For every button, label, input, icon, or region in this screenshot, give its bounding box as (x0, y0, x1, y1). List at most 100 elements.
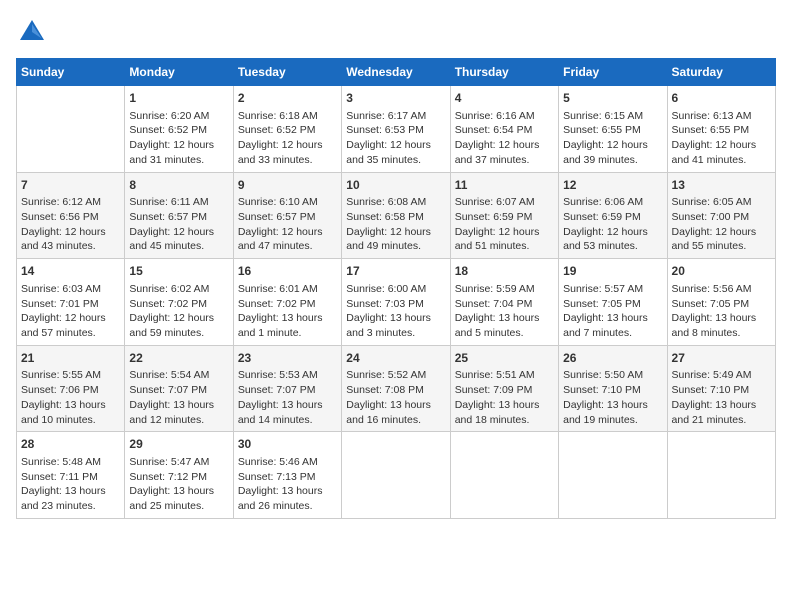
day-content: Sunrise: 6:08 AMSunset: 6:58 PMDaylight:… (346, 195, 445, 254)
day-content: Sunrise: 5:54 AMSunset: 7:07 PMDaylight:… (129, 368, 228, 427)
logo-icon (16, 16, 48, 48)
calendar-cell: 15 Sunrise: 6:02 AMSunset: 7:02 PMDayligh… (125, 259, 233, 346)
calendar-cell: 28 Sunrise: 5:48 AMSunset: 7:11 PMDayligh… (17, 432, 125, 519)
header-row: SundayMondayTuesdayWednesdayThursdayFrid… (17, 59, 776, 86)
calendar-cell: 24Sunrise: 5:52 AMSunset: 7:08 PMDayligh… (342, 345, 450, 432)
day-content: Sunrise: 6:11 AMSunset: 6:57 PMDaylight:… (129, 195, 228, 254)
day-content: Sunrise: 6:12 AMSunset: 6:56 PMDaylight:… (21, 195, 120, 254)
calendar-cell: 5Sunrise: 6:15 AMSunset: 6:55 PMDaylight… (559, 86, 667, 173)
calendar-cell: 10Sunrise: 6:08 AMSunset: 6:58 PMDayligh… (342, 172, 450, 259)
calendar-cell: 13Sunrise: 6:05 AMSunset: 7:00 PMDayligh… (667, 172, 775, 259)
page-header (16, 16, 776, 48)
day-content: Sunrise: 5:49 AMSunset: 7:10 PMDaylight:… (672, 368, 771, 427)
calendar-cell: 9Sunrise: 6:10 AMSunset: 6:57 PMDaylight… (233, 172, 341, 259)
day-content: Sunrise: 6:00 AMSunset: 7:03 PMDaylight:… (346, 282, 445, 341)
day-content: Sunrise: 6:16 AMSunset: 6:54 PMDaylight:… (455, 109, 554, 168)
day-number: 1 (129, 90, 228, 107)
day-content: Sunrise: 6:20 AMSunset: 6:52 PMDaylight:… (129, 109, 228, 168)
day-content: Sunrise: 5:51 AMSunset: 7:09 PMDaylight:… (455, 368, 554, 427)
day-number: 13 (672, 177, 771, 194)
day-content: Sunrise: 6:17 AMSunset: 6:53 PMDaylight:… (346, 109, 445, 168)
calendar-week-2: 7Sunrise: 6:12 AMSunset: 6:56 PMDaylight… (17, 172, 776, 259)
day-content: Sunrise: 5:50 AMSunset: 7:10 PMDaylight:… (563, 368, 662, 427)
day-number: 18 (455, 263, 554, 280)
day-content: Sunrise: 6:13 AMSunset: 6:55 PMDaylight:… (672, 109, 771, 168)
calendar-cell: 18 Sunrise: 5:59 AMSunset: 7:04 PMDayligh… (450, 259, 558, 346)
day-content: Sunrise: 5:47 AMSunset: 7:12 PMDaylight:… (129, 455, 228, 514)
day-number: 20 (672, 263, 771, 280)
day-number: 28 (21, 436, 120, 453)
day-number: 16 (238, 263, 337, 280)
calendar-cell: 11Sunrise: 6:07 AMSunset: 6:59 PMDayligh… (450, 172, 558, 259)
calendar-cell (559, 432, 667, 519)
calendar-cell: 21Sunrise: 5:55 AMSunset: 7:06 PMDayligh… (17, 345, 125, 432)
day-content: Sunrise: 5:52 AMSunset: 7:08 PMDaylight:… (346, 368, 445, 427)
day-content: Sunrise: 6:06 AMSunset: 6:59 PMDaylight:… (563, 195, 662, 254)
day-number: 21 (21, 350, 120, 367)
day-number: 23 (238, 350, 337, 367)
day-number: 6 (672, 90, 771, 107)
calendar-cell: 26Sunrise: 5:50 AMSunset: 7:10 PMDayligh… (559, 345, 667, 432)
header-day-tuesday: Tuesday (233, 59, 341, 86)
day-number: 9 (238, 177, 337, 194)
calendar-cell: 7Sunrise: 6:12 AMSunset: 6:56 PMDaylight… (17, 172, 125, 259)
calendar-cell: 27Sunrise: 5:49 AMSunset: 7:10 PMDayligh… (667, 345, 775, 432)
calendar-cell: 6 Sunrise: 6:13 AMSunset: 6:55 PMDaylight… (667, 86, 775, 173)
calendar-cell: 4 Sunrise: 6:16 AMSunset: 6:54 PMDaylight… (450, 86, 558, 173)
calendar-week-1: 1 Sunrise: 6:20 AMSunset: 6:52 PMDaylight… (17, 86, 776, 173)
day-content: Sunrise: 5:48 AMSunset: 7:11 PMDaylight:… (21, 455, 120, 514)
calendar-cell: 8Sunrise: 6:11 AMSunset: 6:57 PMDaylight… (125, 172, 233, 259)
day-number: 26 (563, 350, 662, 367)
logo (16, 16, 52, 48)
header-day-thursday: Thursday (450, 59, 558, 86)
day-number: 10 (346, 177, 445, 194)
day-content: Sunrise: 5:53 AMSunset: 7:07 PMDaylight:… (238, 368, 337, 427)
day-number: 27 (672, 350, 771, 367)
day-number: 25 (455, 350, 554, 367)
calendar-body: 1 Sunrise: 6:20 AMSunset: 6:52 PMDaylight… (17, 86, 776, 519)
calendar-cell: 23Sunrise: 5:53 AMSunset: 7:07 PMDayligh… (233, 345, 341, 432)
day-number: 15 (129, 263, 228, 280)
calendar-cell: 29 Sunrise: 5:47 AMSunset: 7:12 PMDayligh… (125, 432, 233, 519)
day-number: 29 (129, 436, 228, 453)
day-content: Sunrise: 5:59 AMSunset: 7:04 PMDaylight:… (455, 282, 554, 341)
calendar-cell: 14 Sunrise: 6:03 AMSunset: 7:01 PMDayligh… (17, 259, 125, 346)
day-number: 5 (563, 90, 662, 107)
day-number: 2 (238, 90, 337, 107)
day-number: 17 (346, 263, 445, 280)
calendar-cell: 30Sunrise: 5:46 AMSunset: 7:13 PMDayligh… (233, 432, 341, 519)
calendar-cell: 17 Sunrise: 6:00 AMSunset: 7:03 PMDayligh… (342, 259, 450, 346)
day-number: 12 (563, 177, 662, 194)
day-content: Sunrise: 6:02 AMSunset: 7:02 PMDaylight:… (129, 282, 228, 341)
calendar-cell: 16 Sunrise: 6:01 AMSunset: 7:02 PMDayligh… (233, 259, 341, 346)
day-content: Sunrise: 5:57 AMSunset: 7:05 PMDaylight:… (563, 282, 662, 341)
day-number: 14 (21, 263, 120, 280)
calendar-table: SundayMondayTuesdayWednesdayThursdayFrid… (16, 58, 776, 519)
calendar-week-3: 14 Sunrise: 6:03 AMSunset: 7:01 PMDayligh… (17, 259, 776, 346)
calendar-cell (17, 86, 125, 173)
calendar-cell: 1 Sunrise: 6:20 AMSunset: 6:52 PMDaylight… (125, 86, 233, 173)
calendar-week-4: 21Sunrise: 5:55 AMSunset: 7:06 PMDayligh… (17, 345, 776, 432)
header-day-saturday: Saturday (667, 59, 775, 86)
day-content: Sunrise: 6:07 AMSunset: 6:59 PMDaylight:… (455, 195, 554, 254)
calendar-week-5: 28 Sunrise: 5:48 AMSunset: 7:11 PMDayligh… (17, 432, 776, 519)
calendar-cell: 12Sunrise: 6:06 AMSunset: 6:59 PMDayligh… (559, 172, 667, 259)
day-content: Sunrise: 5:46 AMSunset: 7:13 PMDaylight:… (238, 455, 337, 514)
day-content: Sunrise: 6:05 AMSunset: 7:00 PMDaylight:… (672, 195, 771, 254)
calendar-cell: 20Sunrise: 5:56 AMSunset: 7:05 PMDayligh… (667, 259, 775, 346)
day-number: 4 (455, 90, 554, 107)
day-content: Sunrise: 5:55 AMSunset: 7:06 PMDaylight:… (21, 368, 120, 427)
day-number: 22 (129, 350, 228, 367)
calendar-cell: 22Sunrise: 5:54 AMSunset: 7:07 PMDayligh… (125, 345, 233, 432)
day-number: 19 (563, 263, 662, 280)
day-number: 24 (346, 350, 445, 367)
day-content: Sunrise: 6:01 AMSunset: 7:02 PMDaylight:… (238, 282, 337, 341)
calendar-header: SundayMondayTuesdayWednesdayThursdayFrid… (17, 59, 776, 86)
day-number: 8 (129, 177, 228, 194)
day-content: Sunrise: 6:03 AMSunset: 7:01 PMDaylight:… (21, 282, 120, 341)
header-day-monday: Monday (125, 59, 233, 86)
day-number: 7 (21, 177, 120, 194)
day-content: Sunrise: 6:10 AMSunset: 6:57 PMDaylight:… (238, 195, 337, 254)
day-number: 3 (346, 90, 445, 107)
calendar-cell (342, 432, 450, 519)
